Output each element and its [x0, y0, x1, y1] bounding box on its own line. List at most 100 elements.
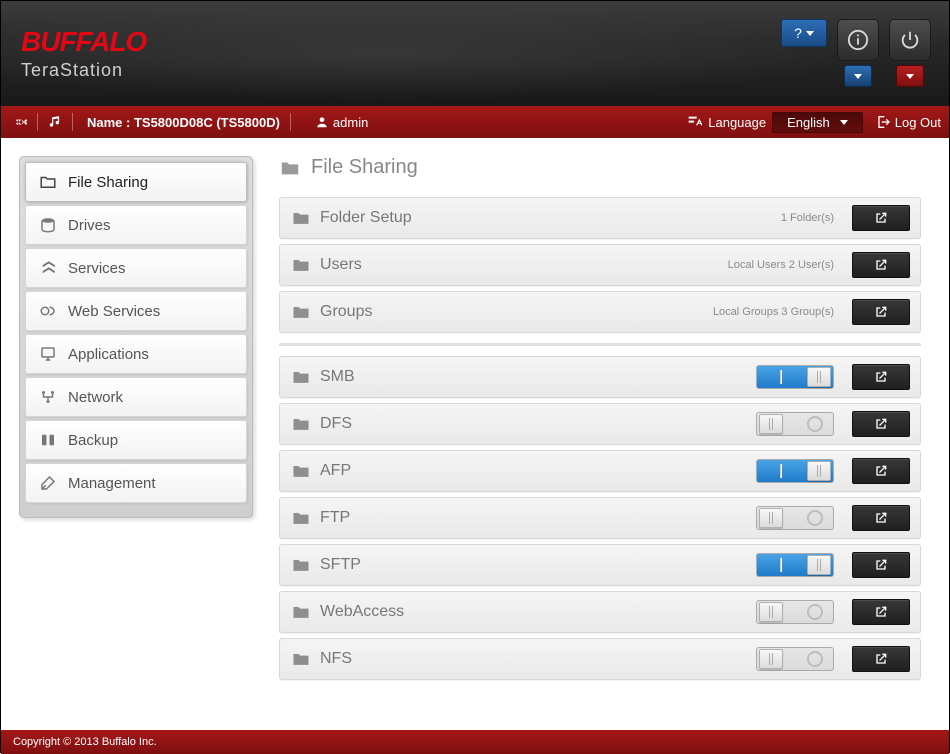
product-name: TeraStation	[21, 60, 146, 81]
toggle-switch[interactable]	[756, 553, 834, 577]
folder-icon	[290, 648, 312, 670]
row-meta: 1 Folder(s)	[781, 212, 834, 224]
info-menu-button[interactable]	[844, 65, 872, 87]
sidebar-item-label: Applications	[68, 346, 149, 363]
toggle-switch[interactable]	[756, 600, 834, 624]
sidebar: File Sharing Drives Services Web Service…	[1, 138, 253, 730]
main-panel: File Sharing Folder Setup 1 Folder(s) User…	[253, 138, 949, 730]
app-header: BUFFALO TeraStation ?	[1, 1, 949, 106]
service-row: SFTP	[279, 544, 921, 586]
divider	[37, 113, 38, 131]
page-title-label: File Sharing	[311, 156, 418, 179]
sidebar-item-services[interactable]: Services	[25, 248, 247, 288]
row-label: FTP	[320, 509, 350, 527]
open-button[interactable]	[852, 458, 910, 484]
gear-icon[interactable]	[9, 111, 31, 133]
service-row: AFP	[279, 450, 921, 492]
sidebar-item-network[interactable]: Network	[25, 377, 247, 417]
content-area: File Sharing Drives Services Web Service…	[1, 138, 949, 730]
sidebar-item-label: Network	[68, 389, 123, 406]
folder-icon	[290, 554, 312, 576]
sidebar-item-label: File Sharing	[68, 174, 148, 191]
chevron-down-icon	[840, 120, 848, 125]
help-button[interactable]: ?	[781, 19, 827, 47]
toggle-switch[interactable]	[756, 365, 834, 389]
info-icon	[847, 29, 869, 51]
language-value: English	[787, 115, 830, 130]
open-button[interactable]	[852, 205, 910, 231]
sidebar-item-file-sharing[interactable]: File Sharing	[25, 162, 247, 202]
current-user: admin	[315, 115, 368, 130]
backup-icon	[38, 430, 58, 450]
power-menu-button[interactable]	[896, 65, 924, 87]
sidebar-panel: File Sharing Drives Services Web Service…	[19, 156, 253, 518]
toggle-switch[interactable]	[756, 647, 834, 671]
applications-icon	[38, 344, 58, 364]
logout-label: Log Out	[895, 115, 941, 130]
language-selector: Language English	[686, 112, 862, 133]
chevron-down-icon	[806, 31, 814, 36]
user-icon	[315, 115, 329, 129]
folder-icon	[290, 413, 312, 435]
sidebar-item-applications[interactable]: Applications	[25, 334, 247, 374]
folder-icon	[290, 254, 312, 276]
header-actions: ?	[781, 19, 931, 87]
row-label: Folder Setup	[320, 209, 412, 227]
logout-icon	[875, 114, 891, 130]
music-icon[interactable]	[44, 111, 66, 133]
device-name: Name : TS5800D08C (TS5800D)	[87, 115, 280, 130]
power-icon	[899, 29, 921, 51]
toggle-switch[interactable]	[756, 459, 834, 483]
toggle-switch[interactable]	[756, 506, 834, 530]
row-label: Users	[320, 256, 362, 274]
service-row: DFS	[279, 403, 921, 445]
user-label: admin	[333, 115, 368, 130]
logout-button[interactable]: Log Out	[875, 114, 941, 130]
sidebar-item-drives[interactable]: Drives	[25, 205, 247, 245]
drives-icon	[38, 215, 58, 235]
open-button[interactable]	[852, 599, 910, 625]
open-button[interactable]	[852, 252, 910, 278]
open-button[interactable]	[852, 646, 910, 672]
language-icon	[686, 114, 702, 130]
services-icon	[38, 258, 58, 278]
logo-block: BUFFALO TeraStation	[21, 26, 146, 81]
chevron-down-icon	[906, 74, 914, 79]
folder-icon	[279, 157, 301, 179]
info-row: GroupsLocal Groups 3 Group(s)	[279, 291, 921, 333]
open-button[interactable]	[852, 364, 910, 390]
sidebar-item-management[interactable]: Management	[25, 463, 247, 503]
copyright: Copyright © 2013 Buffalo Inc.	[13, 736, 157, 748]
sidebar-item-label: Backup	[68, 432, 118, 449]
service-row: WebAccess	[279, 591, 921, 633]
row-label: DFS	[320, 415, 352, 433]
open-button[interactable]	[852, 411, 910, 437]
info-row: UsersLocal Users 2 User(s)	[279, 244, 921, 286]
folder-icon	[290, 301, 312, 323]
section-divider	[279, 343, 921, 346]
toggle-switch[interactable]	[756, 412, 834, 436]
open-button[interactable]	[852, 299, 910, 325]
sidebar-item-label: Services	[68, 260, 126, 277]
service-row: NFS	[279, 638, 921, 680]
brand-logo: BUFFALO	[21, 26, 146, 58]
service-row: SMB	[279, 356, 921, 398]
service-row: FTP	[279, 497, 921, 539]
folder-icon	[38, 172, 58, 192]
power-button[interactable]	[889, 19, 931, 61]
sidebar-item-backup[interactable]: Backup	[25, 420, 247, 460]
open-button[interactable]	[852, 505, 910, 531]
info-row: Folder Setup 1 Folder(s)	[279, 197, 921, 239]
row-label: NFS	[320, 650, 352, 668]
help-icon: ?	[794, 25, 802, 41]
info-button[interactable]	[837, 19, 879, 61]
row-meta: Local Groups 3 Group(s)	[713, 306, 834, 318]
row-label: WebAccess	[320, 603, 404, 621]
folder-icon	[290, 507, 312, 529]
language-dropdown[interactable]: English	[772, 112, 863, 133]
sidebar-item-web-services[interactable]: Web Services	[25, 291, 247, 331]
web-services-icon	[38, 301, 58, 321]
folder-icon	[290, 366, 312, 388]
open-button[interactable]	[852, 552, 910, 578]
network-icon	[38, 387, 58, 407]
